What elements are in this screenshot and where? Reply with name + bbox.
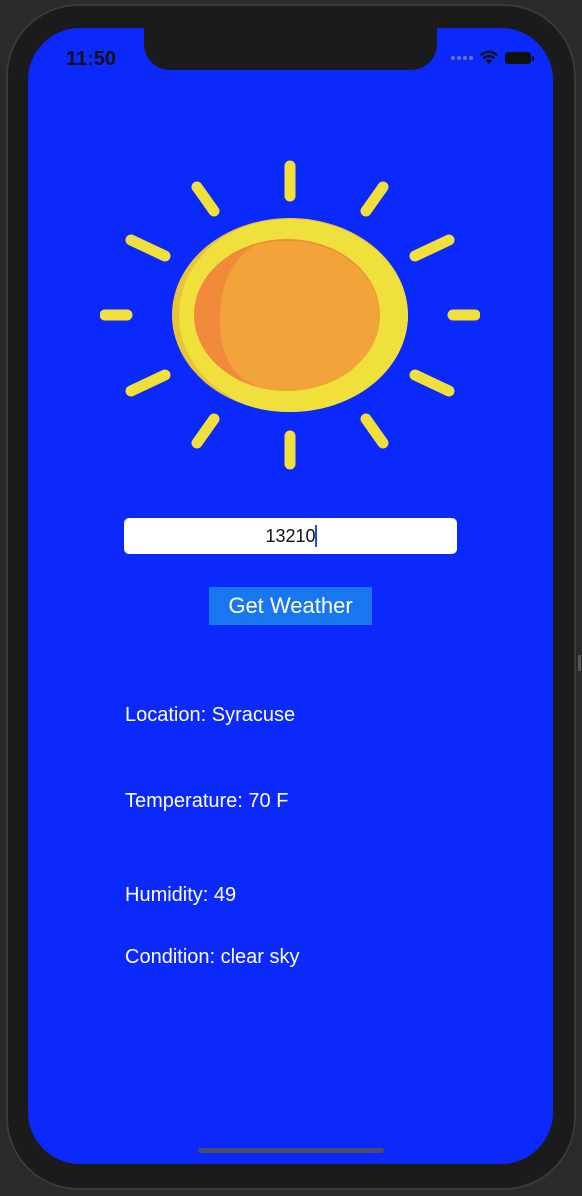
zip-code-input[interactable] [124,518,457,554]
notch [144,28,437,70]
battery-icon [505,51,534,64]
status-icons [451,50,534,65]
humidity-label: Humidity: 49 [125,884,237,906]
wifi-icon [479,50,499,64]
status-time: 11:50 [66,48,117,70]
get-weather-button[interactable]: Get Weather [209,587,372,625]
device-frame: 11:50 13210 Get Weather Location: Syracu… [0,0,582,1196]
condition-label: Condition: clear sky [125,946,300,968]
side-button [578,655,581,671]
app-screen: 11:50 13210 Get Weather Location: Syracu… [28,28,553,1164]
sun-icon [100,160,480,470]
home-indicator[interactable] [198,1148,384,1153]
temperature-label: Temperature: 70 F [125,790,289,812]
signal-icon [451,55,473,60]
location-label: Location: Syracuse [125,704,296,726]
text-cursor [315,525,317,547]
